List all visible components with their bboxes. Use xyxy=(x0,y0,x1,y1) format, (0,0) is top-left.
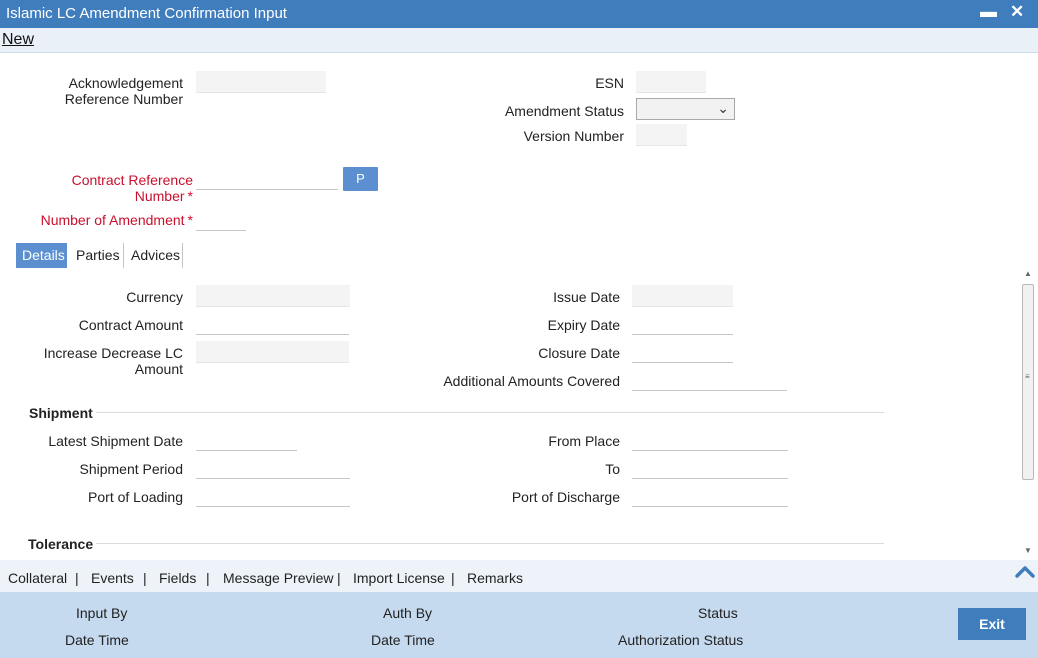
collateral-link[interactable]: Collateral xyxy=(8,570,67,586)
amendment-status-select[interactable]: ⌄ xyxy=(636,98,735,120)
amendment-status-label: Amendment Status xyxy=(504,103,624,119)
new-link[interactable]: New xyxy=(2,31,34,49)
version-number-label: Version Number xyxy=(523,128,624,144)
additional-amounts-label: Additional Amounts Covered xyxy=(443,373,620,389)
ack-ref-input[interactable] xyxy=(196,71,326,93)
vertical-scrollbar[interactable]: ▲ ≡ ▼ xyxy=(1021,267,1035,558)
expiry-date-label: Expiry Date xyxy=(547,317,620,333)
tab-parties[interactable]: Parties xyxy=(70,243,126,268)
window-title: Islamic LC Amendment Confirmation Input xyxy=(6,5,287,22)
num-amendment-label: Number of Amendment * xyxy=(10,212,193,228)
link-separator: | xyxy=(337,570,341,586)
p-button[interactable]: P xyxy=(343,167,378,191)
remarks-link[interactable]: Remarks xyxy=(467,570,523,586)
tab-divider xyxy=(182,243,183,268)
shipment-period-label: Shipment Period xyxy=(79,461,183,477)
from-place-label: From Place xyxy=(548,433,620,449)
auth-date-time-label: Date Time xyxy=(371,632,435,648)
to-input[interactable] xyxy=(632,457,788,479)
from-place-input[interactable] xyxy=(632,429,788,451)
increase-decrease-label: Increase Decrease LC Amount xyxy=(43,345,183,377)
authorization-status-label: Authorization Status xyxy=(618,632,744,648)
link-bar: Collateral | Events | Fields | Message P… xyxy=(0,560,1038,592)
scrollbar-thumb[interactable]: ≡ xyxy=(1022,284,1034,480)
link-separator: | xyxy=(451,570,455,586)
audit-footer: Input By Date Time Auth By Date Time Sta… xyxy=(0,592,1038,658)
version-number-input[interactable] xyxy=(636,124,687,146)
toolbar: New xyxy=(0,28,1038,53)
latest-shipment-date-label: Latest Shipment Date xyxy=(48,433,183,449)
input-by-label: Input By xyxy=(76,605,128,621)
shipment-period-input[interactable] xyxy=(196,457,350,479)
closure-date-label: Closure Date xyxy=(538,345,620,361)
port-of-discharge-label: Port of Discharge xyxy=(511,489,620,505)
link-separator: | xyxy=(206,570,210,586)
to-label: To xyxy=(605,461,620,477)
message-preview-link[interactable]: Message Preview xyxy=(223,570,334,586)
num-amendment-input[interactable] xyxy=(196,209,246,231)
auth-by-label: Auth By xyxy=(383,605,433,621)
closure-date-input[interactable] xyxy=(632,341,733,363)
additional-amounts-input[interactable] xyxy=(632,369,787,391)
contract-ref-input[interactable] xyxy=(196,168,338,190)
num-amendment-label-text: Number of Amendment xyxy=(40,212,185,228)
fields-link[interactable]: Fields xyxy=(159,570,196,586)
events-link[interactable]: Events xyxy=(91,570,134,586)
contract-amount-label: Contract Amount xyxy=(78,317,183,333)
status-label: Status xyxy=(698,605,738,621)
tab-details[interactable]: Details xyxy=(16,243,67,268)
import-license-link[interactable]: Import License xyxy=(353,570,445,586)
port-of-loading-input[interactable] xyxy=(196,485,350,507)
shipment-section-title: Shipment xyxy=(29,405,93,421)
required-star: * xyxy=(187,212,193,228)
contract-amount-input[interactable] xyxy=(196,313,349,335)
issue-date-label: Issue Date xyxy=(553,289,620,305)
tab-advices[interactable]: Advices xyxy=(125,243,186,268)
contract-ref-label-text: Contract Reference Number xyxy=(71,172,193,204)
grip-icon: ≡ xyxy=(1025,372,1030,381)
expiry-date-input[interactable] xyxy=(632,313,733,335)
section-divider xyxy=(96,543,884,544)
collapse-up-icon[interactable] xyxy=(1015,564,1035,578)
minimize-icon[interactable]: ▬ xyxy=(980,2,997,22)
close-icon[interactable]: ✕ xyxy=(1010,2,1024,22)
title-bar: Islamic LC Amendment Confirmation Input … xyxy=(0,0,1038,28)
tab-divider xyxy=(123,243,124,268)
tolerance-section-title: Tolerance xyxy=(28,536,94,552)
currency-label: Currency xyxy=(126,289,183,305)
required-star: * xyxy=(187,188,193,204)
currency-input[interactable] xyxy=(196,285,350,307)
latest-shipment-date-input[interactable] xyxy=(196,429,297,451)
port-of-loading-label: Port of Loading xyxy=(88,489,183,505)
ack-ref-label: Acknowledgement Reference Number xyxy=(64,75,183,107)
chevron-down-icon: ⌄ xyxy=(717,100,729,116)
date-time-label: Date Time xyxy=(65,632,129,648)
link-separator: | xyxy=(75,570,79,586)
esn-input[interactable] xyxy=(636,71,706,93)
increase-decrease-input[interactable] xyxy=(196,341,349,363)
scroll-down-icon[interactable]: ▼ xyxy=(1024,546,1032,555)
issue-date-input[interactable] xyxy=(632,285,733,307)
link-separator: | xyxy=(143,570,147,586)
esn-label: ESN xyxy=(595,75,624,91)
section-divider xyxy=(96,412,884,413)
port-of-discharge-input[interactable] xyxy=(632,485,788,507)
exit-button[interactable]: Exit xyxy=(958,608,1026,640)
scroll-up-icon[interactable]: ▲ xyxy=(1024,269,1032,278)
contract-ref-label: Contract Reference Number * xyxy=(10,172,193,204)
